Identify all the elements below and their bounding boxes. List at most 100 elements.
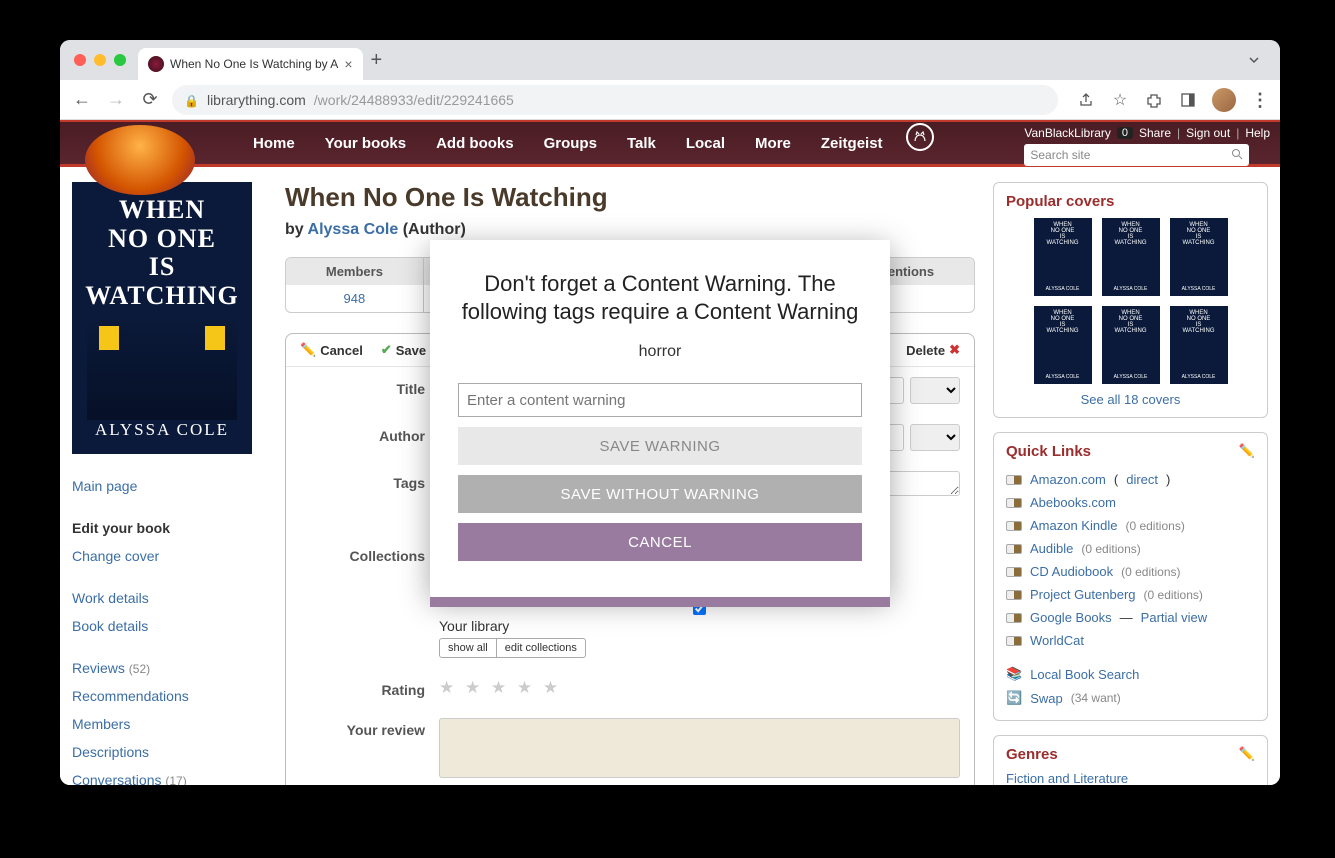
ql-item: Abebooks.com: [1006, 491, 1255, 514]
share-icon[interactable]: [1076, 90, 1096, 110]
ql-google-books[interactable]: Google Books: [1030, 610, 1112, 625]
delete-action[interactable]: Delete ✖: [906, 342, 960, 358]
help-link[interactable]: Help: [1236, 126, 1270, 140]
url-bar-row: ← → ⟳ librarything.com/work/24488933/edi…: [60, 80, 1280, 120]
new-tab-button[interactable]: +: [371, 49, 383, 72]
see-all-covers-link[interactable]: See all 18 covers: [1006, 392, 1255, 407]
forward-button[interactable]: →: [104, 89, 128, 110]
side-panel-icon[interactable]: [1178, 90, 1198, 110]
right-column: Popular covers WHENNO ONEISWATCHINGALYSS…: [993, 182, 1268, 770]
side-edit-book[interactable]: Edit your book: [72, 514, 267, 542]
side-members[interactable]: Members: [72, 710, 267, 738]
maximize-window-button[interactable]: [114, 54, 126, 66]
content-warning-input[interactable]: [458, 383, 862, 417]
nav-more[interactable]: More: [742, 123, 804, 164]
ql-cd-audiobook[interactable]: CD Audiobook: [1030, 564, 1113, 579]
edit-collections-button[interactable]: edit collections: [497, 639, 585, 657]
left-column: WHEN NO ONE IS WATCHING ALYSSA COLE Main…: [72, 182, 267, 770]
stats-members-value[interactable]: 948: [286, 285, 423, 312]
ql-badge-icon: [1006, 544, 1022, 554]
ql-badge-icon: [1006, 613, 1022, 623]
side-conversations[interactable]: Conversations (17): [72, 766, 267, 785]
cover-thumb[interactable]: WHENNO ONEISWATCHINGALYSSA COLE: [1034, 306, 1092, 384]
side-reviews[interactable]: Reviews (52): [72, 654, 267, 682]
nav-local[interactable]: Local: [673, 123, 738, 164]
close-window-button[interactable]: [74, 54, 86, 66]
ql-item: CD Audiobook (0 editions): [1006, 560, 1255, 583]
bookmark-star-icon[interactable]: [1110, 90, 1130, 110]
edit-genres-icon[interactable]: ✏️: [1239, 746, 1255, 762]
reload-button[interactable]: ⟳: [138, 89, 162, 110]
url-input[interactable]: librarything.com/work/24488933/edit/2292…: [172, 85, 1058, 115]
author-link[interactable]: Alyssa Cole: [308, 221, 399, 238]
user-link[interactable]: VanBlackLibrary: [1024, 126, 1110, 140]
close-tab-button[interactable]: ×: [344, 56, 352, 72]
save-warning-button[interactable]: SAVE WARNING: [458, 427, 862, 465]
nav-add-books[interactable]: Add books: [423, 123, 527, 164]
ql-gutenberg[interactable]: Project Gutenberg: [1030, 587, 1136, 602]
ql-partial-view[interactable]: Partial view: [1141, 610, 1207, 625]
tab-favicon-icon: [148, 56, 164, 72]
nav-cat-icon[interactable]: [906, 123, 934, 151]
nav-groups[interactable]: Groups: [531, 123, 610, 164]
edit-quicklinks-icon[interactable]: ✏️: [1239, 443, 1255, 459]
nav-talk[interactable]: Talk: [614, 123, 669, 164]
site-search[interactable]: Search site: [1024, 144, 1270, 166]
side-descriptions[interactable]: Descriptions: [72, 738, 267, 766]
ql-amazon-direct[interactable]: direct: [1126, 472, 1158, 487]
nav-home[interactable]: Home: [240, 123, 308, 164]
title-select[interactable]: [910, 377, 960, 404]
messages-badge[interactable]: 0: [1117, 127, 1133, 139]
ql-audible[interactable]: Audible: [1030, 541, 1073, 556]
ql-badge-icon: [1006, 521, 1022, 531]
minimize-window-button[interactable]: [94, 54, 106, 66]
review-textarea[interactable]: [439, 718, 960, 778]
ql-worldcat[interactable]: WorldCat: [1030, 633, 1084, 648]
cancel-action[interactable]: ✏️ Cancel: [300, 342, 363, 358]
nav-your-books[interactable]: Your books: [312, 123, 419, 164]
extensions-icon[interactable]: [1144, 90, 1164, 110]
book-cover[interactable]: WHEN NO ONE IS WATCHING ALYSSA COLE: [72, 182, 252, 454]
back-button[interactable]: ←: [70, 89, 94, 110]
save-without-warning-button[interactable]: SAVE WITHOUT WARNING: [458, 475, 862, 513]
cover-thumb[interactable]: WHENNO ONEISWATCHINGALYSSA COLE: [1170, 218, 1228, 296]
cover-thumb[interactable]: WHENNO ONEISWATCHINGALYSSA COLE: [1170, 306, 1228, 384]
ql-local-search[interactable]: Local Book Search: [1030, 667, 1139, 682]
browser-menu-button[interactable]: ⋮: [1250, 90, 1270, 110]
ql-kindle[interactable]: Amazon Kindle: [1030, 518, 1117, 533]
share-link[interactable]: Share: [1139, 126, 1171, 140]
side-recommendations[interactable]: Recommendations: [72, 682, 267, 710]
content-warning-modal: Don't forget a Content Warning. The foll…: [430, 240, 890, 597]
save-action[interactable]: ✔ Save: [381, 342, 426, 358]
profile-avatar[interactable]: [1212, 88, 1236, 112]
stats-members-label: Members: [286, 258, 423, 285]
browser-window: When No One Is Watching by A × + ← → ⟳ l…: [60, 40, 1280, 785]
ql-badge-icon: [1006, 475, 1022, 485]
side-main-page[interactable]: Main page: [72, 472, 267, 500]
rating-stars[interactable]: ★ ★ ★ ★ ★: [439, 678, 960, 698]
cancel-button[interactable]: CANCEL: [458, 523, 862, 561]
rating-label: Rating: [300, 678, 425, 698]
genre-fiction-link[interactable]: Fiction and Literature: [1006, 771, 1128, 785]
ql-badge-icon: [1006, 636, 1022, 646]
ql-badge-icon: [1006, 567, 1022, 577]
ql-item: Amazon Kindle (0 editions): [1006, 514, 1255, 537]
side-work-details[interactable]: Work details: [72, 584, 267, 612]
signout-link[interactable]: Sign out: [1177, 126, 1230, 140]
ql-amazon[interactable]: Amazon.com: [1030, 472, 1106, 487]
review-label: Your review: [300, 718, 425, 738]
nav-zeitgeist[interactable]: Zeitgeist: [808, 123, 896, 164]
cover-thumb[interactable]: WHENNO ONEISWATCHINGALYSSA COLE: [1102, 306, 1160, 384]
ql-swap[interactable]: Swap: [1030, 691, 1063, 706]
search-icon[interactable]: [1231, 148, 1243, 163]
tabs-menu-button[interactable]: [1242, 48, 1266, 72]
cover-thumb[interactable]: WHENNO ONEISWATCHINGALYSSA COLE: [1034, 218, 1092, 296]
side-change-cover[interactable]: Change cover: [72, 542, 267, 570]
cover-thumb[interactable]: WHENNO ONEISWATCHINGALYSSA COLE: [1102, 218, 1160, 296]
ql-abebooks[interactable]: Abebooks.com: [1030, 495, 1116, 510]
site-logo[interactable]: [85, 125, 195, 195]
show-all-button[interactable]: show all: [440, 639, 497, 657]
browser-tab[interactable]: When No One Is Watching by A ×: [138, 48, 363, 80]
author-role-select[interactable]: [910, 424, 960, 451]
side-book-details[interactable]: Book details: [72, 612, 267, 640]
